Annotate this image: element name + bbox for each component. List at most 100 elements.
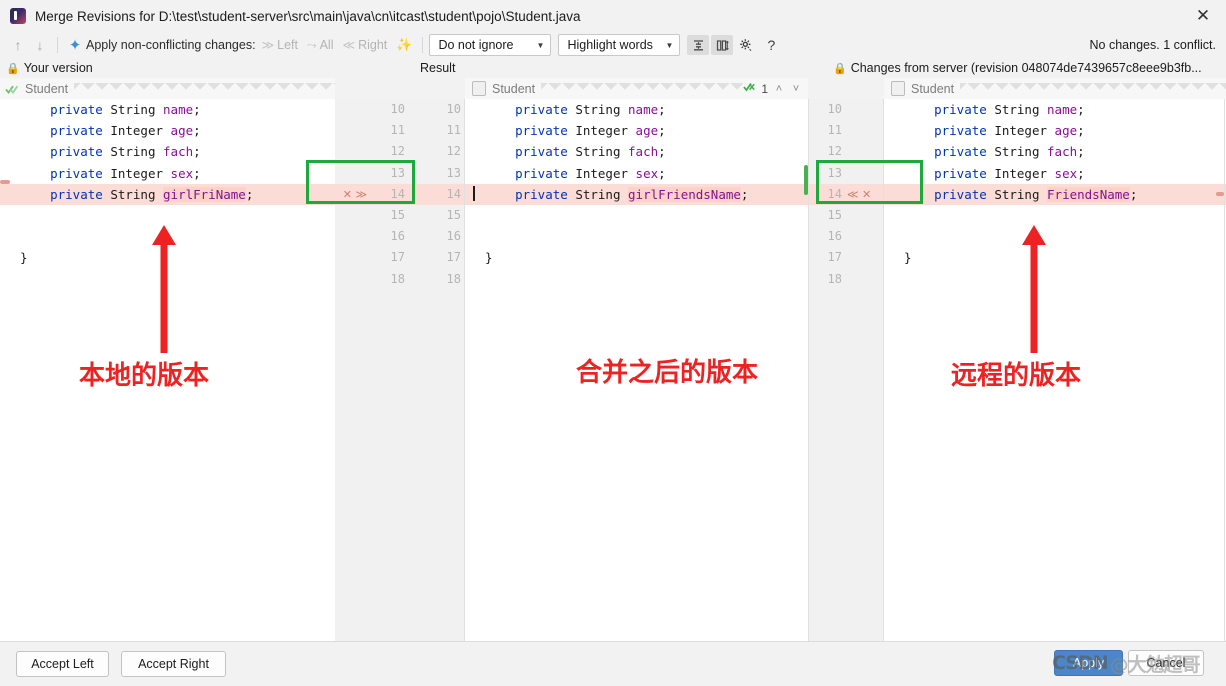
middle-pane-header: Result [420,58,456,78]
code-line[interactable] [0,269,335,290]
code-line[interactable]: } [884,247,1226,268]
middle-scroll-marker [804,165,808,195]
code-line[interactable]: private Integer sex; [884,163,1226,184]
collapse-unchanged-icon[interactable] [687,35,710,55]
gutter-line[interactable]: 18 18 [335,269,465,290]
toolbar-divider-1 [57,37,58,53]
highlight-mode-select[interactable]: Highlight words ▼ [558,34,681,56]
code-line[interactable]: private String fach; [884,141,1226,162]
accept-right-button[interactable]: Accept Right [121,651,226,677]
file-icon-middle [472,81,486,96]
gutter-line[interactable]: 18 [808,269,884,290]
annotation-label-remote: 远程的版本 [951,361,1082,391]
apply-all-icon: ⤳ [306,37,317,52]
chevron-down-icon: ▼ [536,40,545,50]
code-line[interactable]: private String name; [465,99,808,120]
apply-left-button[interactable]: ≫ Left [262,38,298,52]
arrow-down-icon[interactable]: ↓ [29,34,51,56]
gutter-line[interactable]: 10 [808,99,884,120]
line-number-mirror: 17 [446,250,461,265]
code-line[interactable]: private String fach; [465,141,808,162]
magic-wand-icon[interactable]: ✨ [396,37,412,53]
gutter-line[interactable]: 16 16 [335,226,465,247]
line-number: 11 [390,123,405,138]
line-number: 18 [390,271,405,286]
left-breadcrumb-label[interactable]: Student [25,82,68,96]
line-number-mirror: 10 [446,102,461,116]
code-line[interactable]: private String name; [884,99,1226,120]
right-breadcrumb-label[interactable]: Student [911,82,954,96]
code-line[interactable]: private Integer age; [465,120,808,141]
line-number: 10 [390,102,405,116]
toolbar: ↑ ↓ ✦ Apply non-conflicting changes: ≫ L… [0,32,1226,58]
right-breadcrumb-bar: Student [884,78,1226,100]
chevron-down-icon-nav[interactable]: ˅ [790,83,802,95]
middle-breadcrumb-label[interactable]: Student [492,82,535,96]
line-number-mirror: 16 [446,229,461,244]
title-bar: Merge Revisions for D:\test\student-serv… [0,0,1226,33]
line-number: 17 [390,250,405,265]
code-line[interactable]: } [0,247,335,268]
gutter-line[interactable]: 15 15 [335,205,465,226]
help-icon[interactable]: ? [767,37,775,53]
code-line[interactable] [0,205,335,226]
line-number-mirror: 12 [446,144,461,159]
arrow-up-icon[interactable]: ↑ [7,34,29,56]
code-line[interactable]: private String FriendsName; [884,183,1226,205]
code-line[interactable] [884,205,1226,226]
line-number-mirror: 18 [446,271,461,286]
gutter-line[interactable]: 15 [808,205,884,226]
gutter-line[interactable]: 11 11 [335,120,465,141]
code-line[interactable] [465,205,808,226]
gutter-line[interactable]: 17 [808,247,884,268]
lock-icon-right: 🔒 [833,62,847,75]
code-line[interactable] [884,226,1226,247]
chevron-up-icon[interactable]: ˄ [773,83,785,95]
text-caret [473,186,475,201]
apply-left-label: Left [277,38,298,52]
line-number: 15 [827,207,842,222]
left-pane-header: 🔒 Your version [6,58,93,78]
code-line[interactable]: private Integer sex; [0,163,335,184]
right-pane-header: 🔒 Changes from server (revision 048074de… [833,58,1202,78]
code-line[interactable]: private String name; [0,99,335,120]
side-by-side-icon[interactable] [711,35,734,55]
apply-all-button[interactable]: ⤳ All [307,38,334,53]
code-line[interactable] [884,269,1226,290]
code-line[interactable]: private Integer age; [0,120,335,141]
ignore-policy-select[interactable]: Do not ignore ▼ [429,34,552,56]
apply-left-icon: ≫ [261,38,275,52]
gutter-line[interactable]: 11 [808,120,884,141]
window-title: Merge Revisions for D:\test\student-serv… [35,8,581,24]
line-number-mirror: 14 [446,186,461,201]
line-number: 16 [827,229,842,244]
left-breadcrumb-bar: Student [0,78,335,100]
highlight-mode-value: Highlight words [567,38,653,52]
code-line[interactable]: private Integer sex; [465,163,808,184]
right-conflict-marker [1216,192,1224,196]
line-number: 16 [390,229,405,244]
gutter-line[interactable]: 16 [808,226,884,247]
gutter-line[interactable]: 17 17 [335,247,465,268]
apply-non-conflicting-icon[interactable]: ✦ [64,34,86,56]
code-line[interactable]: private String girlFriendsName; [465,183,808,205]
code-line[interactable]: private String fach; [0,141,335,162]
code-line[interactable] [465,226,808,247]
cancel-button[interactable]: Cancel [1128,650,1204,676]
gear-icon[interactable] [735,35,757,55]
accept-left-button[interactable]: Accept Left [16,651,109,677]
green-highlight-box-left [306,160,415,204]
gutter-line[interactable]: 10 10 [335,99,465,120]
lock-icon-left: 🔒 [6,62,20,75]
annotation-label-local: 本地的版本 [79,361,210,391]
close-icon[interactable]: ✕ [1180,0,1226,32]
code-line[interactable] [465,269,808,290]
left-pane-title: Your version [23,61,93,75]
apply-right-button[interactable]: ≪ Right [343,38,388,52]
divider-window-edge [1224,99,1225,641]
code-line[interactable]: private String girlFriName; [0,183,335,205]
code-line[interactable]: private Integer age; [884,120,1226,141]
code-line[interactable]: } [465,247,808,268]
apply-button[interactable]: Apply [1054,650,1123,676]
middle-pane-title: Result [420,61,456,75]
